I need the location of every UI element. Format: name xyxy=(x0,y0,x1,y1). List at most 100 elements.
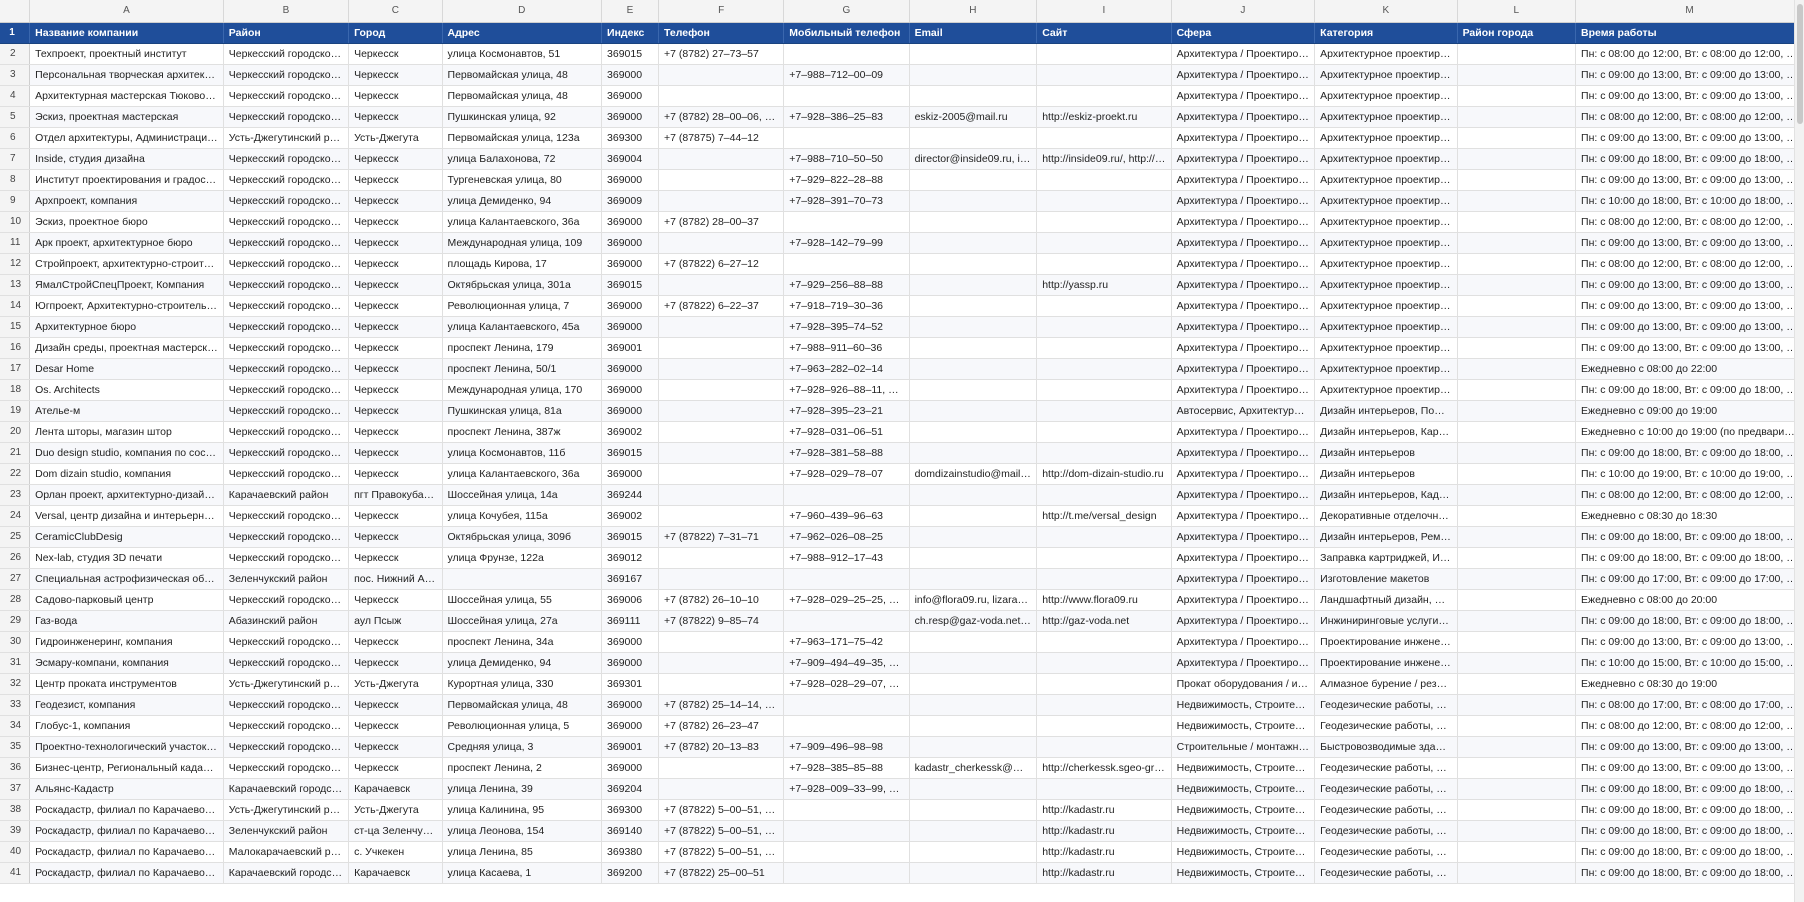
cell-c[interactable]: Карачаевск xyxy=(348,778,443,800)
cell-f[interactable]: +7 (87822) 5–00–51, +7… xyxy=(658,820,785,842)
cell-k[interactable]: Архитектурное проектир… xyxy=(1314,106,1458,128)
cell-a[interactable]: Геодезист, компания xyxy=(29,694,224,716)
cell-j[interactable]: Недвижимость, Строитель… xyxy=(1171,778,1316,800)
row-number[interactable]: 20 xyxy=(0,421,31,443)
cell-m[interactable]: Пн: с 09:00 до 13:00, Вт: с 09:00 до 13:… xyxy=(1575,127,1804,149)
row-number[interactable]: 39 xyxy=(0,820,31,842)
cell-m[interactable]: Пн: с 09:00 до 13:00, Вт: с 09:00 до 13:… xyxy=(1575,64,1804,86)
cell-c[interactable]: Черкесск xyxy=(348,631,443,653)
cell-c[interactable]: Черкесск xyxy=(348,232,443,254)
cell-f[interactable] xyxy=(658,379,785,401)
cell-g[interactable] xyxy=(783,841,910,863)
cell-g[interactable]: +7–928–009–33–99, +7… xyxy=(783,778,910,800)
cell-k[interactable]: Архитектурное проектир… xyxy=(1314,190,1458,212)
cell-a[interactable]: Арк проект, архитектурное бюро xyxy=(29,232,224,254)
cell-c[interactable]: с. Учкекен xyxy=(348,841,443,863)
cell-d[interactable]: Пушкинская улица, 81а xyxy=(442,400,603,422)
cell-a[interactable]: ЯмалСтройСпецПроект, Компания xyxy=(29,274,224,296)
cell-k[interactable]: Архитектурное проектир… xyxy=(1314,148,1458,170)
cell-m[interactable]: Ежедневно с 10:00 до 19:00 (по предвари… xyxy=(1575,421,1804,443)
spreadsheet-grid[interactable]: ABCDEFGHIJKLM 1 Название компании Район Гор… xyxy=(0,0,1804,902)
row-number[interactable]: 37 xyxy=(0,778,31,800)
cell-g[interactable]: +7–928–395–23–21 xyxy=(783,400,910,422)
cell-l[interactable] xyxy=(1457,820,1577,842)
cell-m[interactable]: Пн: с 10:00 до 18:00, Вт: с 10:00 до 18:… xyxy=(1575,190,1804,212)
row-number[interactable]: 32 xyxy=(0,673,31,695)
cell-l[interactable] xyxy=(1457,64,1577,86)
cell-a[interactable]: Стройпроект, архитектурно-строител… xyxy=(29,253,224,275)
cell-j[interactable]: Архитектура / Проектиров… xyxy=(1171,610,1316,632)
cell-c[interactable]: Карачаевск xyxy=(348,862,443,884)
cell-e[interactable]: 369009 xyxy=(601,190,659,212)
cell-e[interactable]: 369001 xyxy=(601,337,659,359)
cell-b[interactable]: Черкесский городской… xyxy=(223,442,350,464)
column-header-c[interactable]: C xyxy=(348,0,443,23)
cell-f[interactable] xyxy=(658,274,785,296)
cell-i[interactable] xyxy=(1036,715,1172,737)
cell-e[interactable]: 369200 xyxy=(601,862,659,884)
cell-j[interactable]: Архитектура / Проектиров… xyxy=(1171,442,1316,464)
cell-a[interactable]: Duo design studio, компания по соста… xyxy=(29,442,224,464)
column-header-j[interactable]: J xyxy=(1171,0,1316,23)
cell-c[interactable]: Черкесск xyxy=(348,85,443,107)
cell-i[interactable]: http://eskiz-proekt.ru xyxy=(1036,106,1172,128)
cell-e[interactable]: 369167 xyxy=(601,568,659,590)
cell-i[interactable] xyxy=(1036,64,1172,86)
cell-d[interactable]: Первомайская улица, 48 xyxy=(442,694,603,716)
cell-c[interactable]: Черкесск xyxy=(348,274,443,296)
cell-g[interactable]: +7–928–391–70–73 xyxy=(783,190,910,212)
cell-i[interactable]: http://www.flora09.ru xyxy=(1036,589,1172,611)
cell-k[interactable]: Дизайн интерьеров, Кадас… xyxy=(1314,484,1458,506)
cell-i[interactable]: http://kadastr.ru xyxy=(1036,841,1172,863)
cell-l[interactable] xyxy=(1457,400,1577,422)
cell-f[interactable] xyxy=(658,169,785,191)
cell-j[interactable]: Архитектура / Проектиров… xyxy=(1171,421,1316,443)
cell-k[interactable]: Архитектурное проектир… xyxy=(1314,43,1458,65)
cell-i[interactable] xyxy=(1036,211,1172,233)
cell-m[interactable]: Ежедневно с 08:00 до 22:00 xyxy=(1575,358,1804,380)
cell-h[interactable] xyxy=(909,169,1038,191)
cell-i[interactable] xyxy=(1036,652,1172,674)
cell-k[interactable]: Геодезические работы, Ка… xyxy=(1314,694,1458,716)
cell-d[interactable]: Первомайская улица, 48 xyxy=(442,85,603,107)
row-number[interactable]: 36 xyxy=(0,757,31,779)
cell-e[interactable]: 369000 xyxy=(601,295,659,317)
cell-d[interactable]: улица Касаева, 1 xyxy=(442,862,603,884)
cell-l[interactable] xyxy=(1457,736,1577,758)
cell-m[interactable]: Пн: с 09:00 до 18:00, Вт: с 09:00 до 18:… xyxy=(1575,442,1804,464)
row-number[interactable]: 26 xyxy=(0,547,31,569)
row-number[interactable]: 21 xyxy=(0,442,31,464)
cell-l[interactable] xyxy=(1457,127,1577,149)
cell-a[interactable]: Эскиз, проектное бюро xyxy=(29,211,224,233)
cell-c[interactable]: Усть-Джегута xyxy=(348,127,443,149)
cell-c[interactable]: Черкесск xyxy=(348,400,443,422)
cell-c[interactable]: Город xyxy=(348,22,443,44)
cell-d[interactable]: улица Кочубея, 115а xyxy=(442,505,603,527)
cell-l[interactable] xyxy=(1457,757,1577,779)
cell-g[interactable]: +7–928–029–25–25, +7… xyxy=(783,589,910,611)
cell-m[interactable]: Пн: с 09:00 до 13:00, Вт: с 09:00 до 13:… xyxy=(1575,337,1804,359)
cell-h[interactable]: director@inside09.ru, in… xyxy=(909,148,1038,170)
cell-h[interactable] xyxy=(909,421,1038,443)
cell-b[interactable]: Черкесский городской… xyxy=(223,631,350,653)
row-number[interactable]: 33 xyxy=(0,694,31,716)
cell-i[interactable] xyxy=(1036,85,1172,107)
row-number[interactable]: 18 xyxy=(0,379,31,401)
cell-f[interactable] xyxy=(658,652,785,674)
cell-h[interactable] xyxy=(909,127,1038,149)
cell-a[interactable]: Орлан проект, архитектурно-дизайне… xyxy=(29,484,224,506)
cell-d[interactable]: улица Калантаевского, 45а xyxy=(442,316,603,338)
cell-b[interactable]: Черкесский городской… xyxy=(223,736,350,758)
cell-h[interactable] xyxy=(909,694,1038,716)
cell-a[interactable]: Альянс-Кадастр xyxy=(29,778,224,800)
cell-h[interactable] xyxy=(909,715,1038,737)
cell-b[interactable]: Усть-Джегутинский ра… xyxy=(223,799,350,821)
cell-g[interactable] xyxy=(783,568,910,590)
cell-j[interactable]: Недвижимость, Строитель… xyxy=(1171,862,1316,884)
cell-j[interactable]: Архитектура / Проектиров… xyxy=(1171,379,1316,401)
cell-i[interactable]: http://inside09.ru/, http://… xyxy=(1036,148,1172,170)
cell-l[interactable] xyxy=(1457,148,1577,170)
cell-m[interactable]: Пн: с 09:00 до 18:00, Вт: с 09:00 до 18:… xyxy=(1575,841,1804,863)
cell-b[interactable]: Черкесский городской… xyxy=(223,64,350,86)
cell-k[interactable]: Геодезические работы, Ка… xyxy=(1314,799,1458,821)
